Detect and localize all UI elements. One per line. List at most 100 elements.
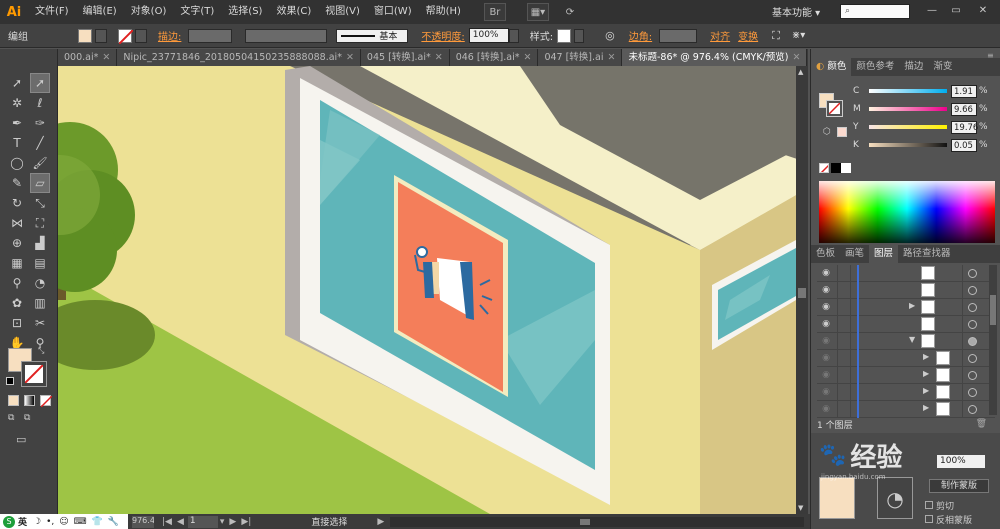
artboard-number-field[interactable]: 1 <box>187 515 218 528</box>
corner-field[interactable] <box>659 28 698 43</box>
slice-tool-icon[interactable]: ✂ <box>30 313 50 333</box>
layer-row[interactable]: ◉ <box>817 265 995 282</box>
menu-effect[interactable]: 效果(C) <box>269 0 318 24</box>
tab-document-active[interactable]: 未标题-86* @ 976.4% (CMYK/预览) ✕ <box>622 49 808 66</box>
tab-document-4[interactable]: 046 [转换].ai* ✕ <box>449 49 539 66</box>
black-track[interactable] <box>869 143 947 147</box>
bridge-icon[interactable]: Br <box>483 3 506 21</box>
screen-mode-icon[interactable]: ▭ <box>16 433 36 447</box>
eyedropper-tool-icon[interactable]: ⚲ <box>7 273 27 293</box>
stroke-weight-field[interactable] <box>188 28 233 43</box>
expand-triangle-icon[interactable]: ▶ <box>923 386 929 395</box>
shape-builder-tool-icon[interactable]: ⊕ <box>7 233 27 253</box>
fill-swatch[interactable] <box>78 28 92 43</box>
ime-punctuation-icon[interactable]: ☽ <box>33 517 41 527</box>
scale-tool-icon[interactable]: ⤡ <box>30 193 50 213</box>
stroke-dropdown[interactable] <box>135 28 147 43</box>
target-circle-icon[interactable] <box>968 303 977 312</box>
ime-keyboard-icon[interactable]: ⌨ <box>74 517 87 527</box>
none-mode-icon[interactable] <box>40 395 52 407</box>
ime-language-label[interactable]: 英 <box>18 515 27 528</box>
tab-layers[interactable]: 图层 <box>869 245 899 263</box>
opacity-dropdown[interactable] <box>508 28 519 43</box>
out-of-gamut-icon[interactable]: ⬡ <box>823 127 831 137</box>
expand-triangle-icon[interactable]: ▶ <box>923 352 929 361</box>
default-colors-icon[interactable] <box>6 377 14 385</box>
type-tool-icon[interactable]: T <box>7 133 27 153</box>
ellipse-tool-icon[interactable]: ◯ <box>7 153 27 173</box>
swap-colors-icon[interactable]: ⤡ <box>38 346 44 356</box>
curvature-tool-icon[interactable]: ✑ <box>30 113 50 133</box>
stroke-color-box[interactable] <box>21 361 47 387</box>
width-tool-icon[interactable]: ⋈ <box>7 213 27 233</box>
panel-collapse-icon[interactable]: ≡ <box>987 51 994 60</box>
visibility-eye-icon[interactable]: ◉ <box>820 301 832 313</box>
help-search-input[interactable]: ⌕ <box>840 4 910 19</box>
black-value[interactable]: 0.05 <box>951 138 977 152</box>
cyan-slider[interactable]: C 1.91 % <box>853 84 993 98</box>
menu-view[interactable]: 视图(V) <box>318 0 367 24</box>
expand-triangle-icon[interactable]: ▶ <box>909 301 915 310</box>
rotate-tool-icon[interactable]: ↻ <box>7 193 27 213</box>
blend-tool-icon[interactable]: ◔ <box>30 273 50 293</box>
expand-triangle-icon[interactable]: ▶ <box>923 369 929 378</box>
visibility-eye-icon[interactable]: ◉ <box>820 386 832 398</box>
ime-symbol-icon[interactable]: •, <box>46 517 54 527</box>
visibility-eye-icon[interactable]: ◉ <box>820 352 832 364</box>
gradient-mode-icon[interactable] <box>24 395 35 406</box>
drawing-mode-icon[interactable]: ⧉ <box>8 413 22 425</box>
align-link[interactable]: 对齐 <box>706 28 734 43</box>
black-swatch[interactable] <box>831 163 841 173</box>
tab-stroke[interactable]: 描边 <box>899 58 928 76</box>
yellow-value[interactable]: 19.76 <box>951 120 978 134</box>
visibility-eye-icon[interactable]: ◉ <box>820 284 832 296</box>
maximize-icon[interactable]: ▭ <box>948 4 964 18</box>
symbol-sprayer-tool-icon[interactable]: ✿ <box>7 293 27 313</box>
make-mask-button[interactable]: 制作蒙版 <box>929 479 989 493</box>
layer-row[interactable]: ◉ ▶ <box>817 350 995 367</box>
delete-layer-icon[interactable]: 🗑 <box>976 419 987 429</box>
layer-row[interactable]: ◉ ▶ <box>817 401 995 418</box>
tab-document-1[interactable]: 000.ai* ✕ <box>58 49 118 66</box>
brush-definition[interactable]: 基本 <box>336 28 409 43</box>
transform-link[interactable]: 变换 <box>734 28 762 43</box>
tab-close-icon[interactable]: ✕ <box>346 52 354 63</box>
pen-tool-icon[interactable]: ✒ <box>7 113 27 133</box>
menu-edit[interactable]: 编辑(E) <box>76 0 124 24</box>
tab-color[interactable]: ◐ 颜色 <box>811 58 852 76</box>
invert-mask-checkbox-icon[interactable] <box>925 515 933 523</box>
graphic-style-dropdown[interactable] <box>574 28 585 43</box>
stroke-link[interactable]: 描边: <box>154 28 185 43</box>
mesh-tool-icon[interactable]: ▦ <box>7 253 27 273</box>
eraser-tool-icon[interactable]: ▱ <box>30 173 50 193</box>
magenta-value[interactable]: 9.66 <box>951 102 977 116</box>
layer-row[interactable]: ◉ <box>817 282 995 299</box>
lasso-tool-icon[interactable]: ℓ <box>30 93 50 113</box>
tab-gradient[interactable]: 渐变 <box>928 58 957 76</box>
canvas-vertical-scrollbar[interactable]: ▲ ▼ <box>796 66 808 514</box>
zoom-dropdown[interactable]: 976.4% <box>132 515 154 528</box>
isolate-group-icon[interactable]: ⛶ <box>768 29 784 43</box>
arrange-documents-icon[interactable]: ▦▾ <box>526 3 549 21</box>
color-stroke-box[interactable] <box>826 100 843 117</box>
visibility-eye-icon[interactable]: ◉ <box>820 267 832 279</box>
artboard-canvas[interactable] <box>58 66 796 514</box>
recolor-icon[interactable]: ◎ <box>601 29 619 42</box>
expand-triangle-icon[interactable]: ▶ <box>923 403 929 412</box>
stroke-swatch[interactable] <box>118 28 133 44</box>
target-circle-icon[interactable] <box>968 320 977 329</box>
variable-width-profile[interactable] <box>245 28 328 43</box>
first-artboard-icon[interactable]: |◀ <box>162 517 172 527</box>
web-safe-swatch[interactable] <box>837 127 847 137</box>
magic-wand-tool-icon[interactable]: ✲ <box>7 93 27 113</box>
layers-scrollbar-thumb[interactable] <box>990 295 996 325</box>
menu-select[interactable]: 选择(S) <box>221 0 269 24</box>
perspective-grid-tool-icon[interactable]: ▟ <box>30 233 50 253</box>
tab-close-icon[interactable]: ✕ <box>793 52 801 63</box>
tab-close-icon[interactable]: ✕ <box>523 52 531 63</box>
layer-row[interactable]: ◉ ▶ <box>817 299 995 316</box>
panel-menu-icon[interactable]: ⋇▾ <box>788 30 809 41</box>
horizontal-scrollbar[interactable] <box>390 516 804 527</box>
menu-window[interactable]: 窗口(W) <box>367 0 419 24</box>
menu-object[interactable]: 对象(O) <box>124 0 174 24</box>
